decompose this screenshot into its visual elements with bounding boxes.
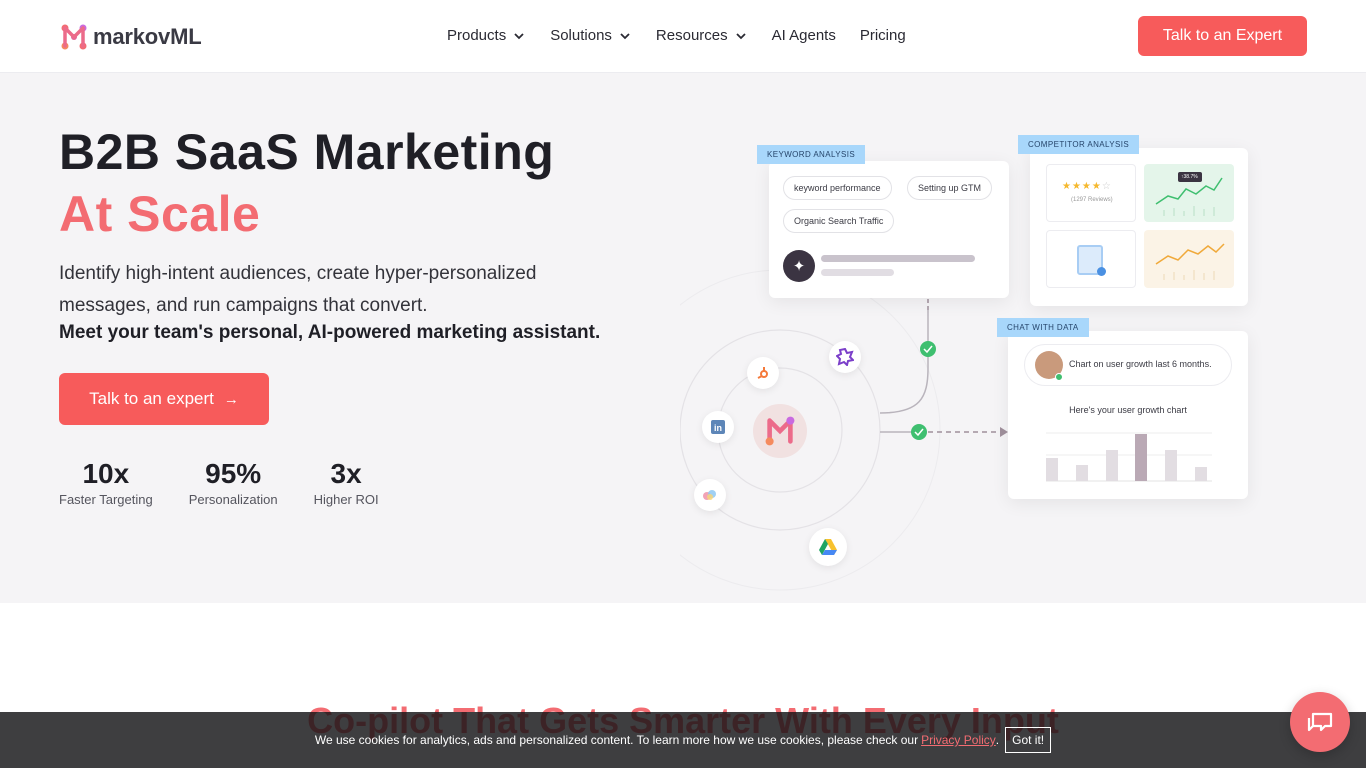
hero-subtitle-bold: Meet your team's personal, AI-powered ma… (59, 322, 601, 343)
text-placeholder (821, 269, 894, 276)
document-tile (1046, 230, 1136, 288)
hero-section: B2B SaaS Marketing At Scale Identify hig… (0, 73, 1366, 603)
linkedin-icon: in (702, 411, 734, 443)
reviews-count: (1297 Reviews) (1071, 197, 1113, 203)
stat-label: Higher ROI (313, 492, 379, 507)
chat-reply-text: Here's your user growth chart (1069, 405, 1187, 415)
keyword-analysis-card: keyword performance Setting up GTM Organ… (769, 161, 1009, 298)
nav-label: Pricing (859, 27, 906, 44)
chevron-down-icon (620, 32, 630, 39)
chevron-down-icon (735, 32, 746, 39)
svg-text:in: in (714, 423, 722, 433)
keyword-pill: Organic Search Traffic (783, 209, 895, 233)
chevron-down-icon (514, 32, 524, 39)
growth-chart-tile: ↑38.7% (1144, 164, 1234, 222)
talk-to-an-expert-button[interactable]: Talk to an expert → (59, 373, 269, 425)
nav-label: Products (447, 27, 507, 44)
cookie-period: . (995, 733, 1000, 747)
user-growth-mini-chart (1046, 432, 1212, 482)
nav-label: Resources (655, 27, 728, 44)
stat-label: Personalization (188, 492, 278, 507)
nav-label: Solutions (550, 27, 612, 44)
chat-widget-button[interactable] (1290, 692, 1350, 752)
rating-tile: ★★★★☆ (1297 Reviews) (1046, 164, 1136, 222)
cookie-banner: We use cookies for analytics, ads and pe… (0, 712, 1366, 768)
stat-item: 95% Personalization (189, 458, 278, 507)
nav-item-pricing[interactable]: Pricing (860, 27, 906, 44)
stats-row: 10x Faster Targeting 95% Personalization… (59, 458, 415, 507)
keyword-pill: keyword performance (783, 176, 892, 200)
status-dot (1097, 267, 1106, 276)
looker-icon (694, 479, 726, 511)
keyword-analysis-tag: KEYWORD ANALYSIS (757, 145, 866, 164)
puzzle-icon (829, 341, 861, 373)
nav-item-products[interactable]: Products (447, 27, 526, 44)
text-placeholder (821, 255, 975, 262)
hubspot-icon (747, 357, 779, 389)
sparkle-icon: ✦ (783, 250, 815, 282)
top-navbar: markovML Products Solutions Resources AI… (0, 0, 1366, 73)
center-logo-icon (753, 404, 807, 458)
privacy-policy-link[interactable]: Privacy Policy (921, 733, 996, 747)
stat-value: 3x (330, 458, 362, 489)
hero-title: B2B SaaS Marketing (59, 124, 555, 180)
nav-item-solutions[interactable]: Solutions (550, 27, 632, 44)
got-it-button[interactable]: Got it! (1005, 727, 1052, 753)
chat-with-data-card: Chart on user growth last 6 months. Here… (1008, 331, 1248, 499)
stat-item: 3x Higher ROI (314, 458, 379, 507)
arrow-right-icon: → (223, 390, 239, 408)
growth-tooltip: ↑38.7% (1181, 174, 1198, 180)
online-status-icon (1055, 373, 1063, 381)
competitor-analysis-tag: COMPETITOR ANALYSIS (1018, 135, 1140, 154)
nav-item-resources[interactable]: Resources (656, 27, 748, 44)
chat-prompt-bubble: Chart on user growth last 6 months. (1024, 344, 1232, 386)
stat-value: 10x (82, 458, 130, 489)
chat-with-data-tag: CHAT WITH DATA (997, 318, 1089, 337)
nav-item-ai-agents[interactable]: AI Agents (772, 27, 836, 44)
hero-subtitle: Identify high-intent audiences, create h… (59, 263, 537, 316)
logo[interactable]: markovML (61, 24, 202, 50)
hero-illustration: in keyword performance Setting up GTM Or… (680, 128, 1280, 598)
markovml-logo-icon (61, 24, 87, 50)
logo-text: markovML (93, 24, 202, 49)
stat-label: Faster Targeting (59, 492, 153, 507)
star-rating-icon: ★★★★☆ (1062, 181, 1112, 192)
google-drive-icon (809, 528, 847, 566)
cookie-text: We use cookies for analytics, ads and pe… (314, 733, 919, 747)
stat-item: 10x Faster Targeting (59, 458, 153, 507)
keyword-pill: Setting up GTM (907, 176, 993, 200)
nav-links: Products Solutions Resources AI Agents P… (447, 27, 930, 44)
trend-chart-tile (1144, 230, 1234, 288)
button-label: Talk to an expert (89, 389, 214, 408)
talk-to-expert-button[interactable]: Talk to an Expert (1138, 16, 1307, 56)
hero-title-accent: At Scale (59, 186, 261, 242)
chat-icon (1307, 712, 1333, 732)
competitor-analysis-card: ★★★★☆ (1297 Reviews) ↑38.7% (1030, 148, 1248, 306)
chat-prompt-text: Chart on user growth last 6 months. (1069, 359, 1212, 369)
stat-value: 95% (205, 458, 262, 489)
nav-label: AI Agents (771, 27, 836, 44)
